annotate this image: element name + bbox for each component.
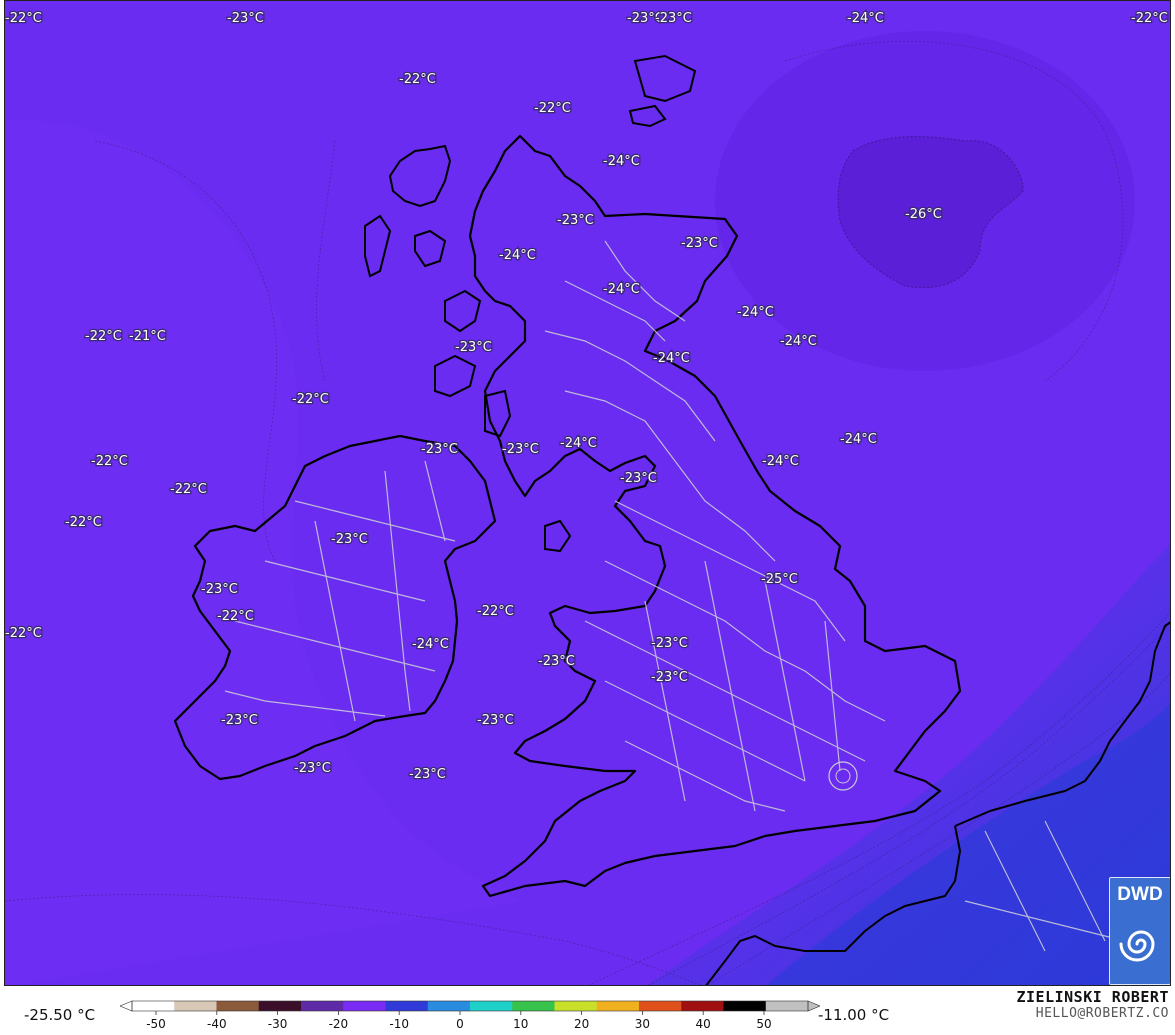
color-scale-bar: -50 -40 -30 -20 -10 0 10 20 30 40 50 (120, 1000, 820, 1031)
temperature-label: -23°C (651, 636, 688, 651)
dwd-logo: DWD (1109, 877, 1170, 985)
dwd-swirl-icon (1119, 930, 1155, 962)
color-scale-segment (385, 1001, 429, 1011)
temperature-label: -24°C (560, 436, 597, 451)
temperature-label: -25°C (761, 572, 798, 587)
temperature-label: -22°C (170, 482, 207, 497)
author-name: ZIELINSKI ROBERT (1016, 988, 1169, 1006)
temperature-label: -22°C (65, 515, 102, 530)
color-scale-tick-label: -20 (329, 1017, 349, 1031)
temperature-label: -21°C (129, 329, 166, 344)
color-scale-tick-label: 0 (456, 1017, 464, 1031)
color-scale-tick-label: 30 (635, 1017, 650, 1031)
temperature-label: -23°C (409, 767, 446, 782)
temperature-label: -24°C (780, 334, 817, 349)
dwd-logo-text: DWD (1117, 884, 1163, 905)
temperature-label: -22°C (5, 11, 42, 26)
temperature-label: -22°C (5, 626, 42, 641)
temperature-label: -23°C (455, 340, 492, 355)
color-scale-segment (301, 1001, 344, 1011)
temperature-label: -24°C (499, 248, 536, 263)
temperature-label: -23°C (681, 236, 718, 251)
color-scale-ticks: -50 -40 -30 -20 -10 0 10 20 30 40 50 (146, 1011, 772, 1031)
temperature-label: -22°C (399, 72, 436, 87)
temperature-label: -24°C (840, 432, 877, 447)
temperature-label: -23°C (620, 471, 657, 486)
color-scale-segment (258, 1001, 302, 1011)
temperature-label: -22°C (292, 392, 329, 407)
author-email: HELLO@ROBERTZ.CO (1035, 1006, 1169, 1021)
color-scale-tick-label: -30 (268, 1017, 288, 1031)
temperature-label: -23°C (557, 213, 594, 228)
temperature-label: -24°C (737, 305, 774, 320)
color-scale-segment (216, 1001, 260, 1011)
temperature-label: -23°C (651, 670, 688, 685)
temperature-label: -23°C (294, 761, 331, 776)
temperature-label: -22°C (85, 329, 122, 344)
color-scale-tick-label: 10 (513, 1017, 528, 1031)
color-scale-tick-label: 50 (756, 1017, 771, 1031)
temperature-label: -22°C (217, 609, 254, 624)
temperature-label: -24°C (762, 454, 799, 469)
temperature-label: -22°C (534, 101, 571, 116)
color-scale-segment (723, 1001, 767, 1011)
temperature-label: -22°C (91, 454, 128, 469)
author-credit: ZIELINSKI ROBERT HELLO@ROBERTZ.CO (1017, 988, 1170, 1021)
temperature-label: -23°C (502, 442, 539, 457)
temperature-label: -23°C (221, 713, 258, 728)
color-scale-tick-label: -10 (389, 1017, 409, 1031)
color-scale-segment (427, 1001, 471, 1011)
map-canvas: -22°C -23°C -23°C -24°C -22°C -22°C -22°… (5, 1, 1170, 985)
temperature-label: -23°C (655, 11, 692, 26)
color-scale-segment (470, 1001, 513, 1011)
temperature-label: -24°C (603, 154, 640, 169)
color-scale-segment (174, 1001, 217, 1011)
color-scale-tick-label: -50 (146, 1017, 166, 1031)
color-scale-segment (596, 1001, 640, 1011)
color-scale-segment (132, 1001, 175, 1011)
legend-footer: -25.50 °C -50 -40 -30 -20 -10 0 10 20 30 40 50 -11… (0, 986, 1175, 1035)
temperature-label: -22°C (1131, 11, 1168, 26)
legend-min-value: -25.50 °C (24, 1006, 96, 1024)
color-scale-tick-label: 40 (696, 1017, 711, 1031)
temperature-label: -23°C (201, 582, 238, 597)
temperature-label: -23°C (227, 11, 264, 26)
color-scale-segment (681, 1001, 724, 1011)
temperature-label: -23°C (421, 442, 458, 457)
color-scale-segment (554, 1001, 598, 1011)
temperature-label: -24°C (847, 11, 884, 26)
color-scale-tick-label: 20 (574, 1017, 589, 1031)
color-scale-segment (512, 1001, 555, 1011)
temperature-label: -24°C (412, 637, 449, 652)
temperature-label: -26°C (905, 207, 942, 222)
color-scale-min-arrow (120, 1000, 133, 1012)
color-scale-segments (120, 1000, 820, 1012)
temperature-label: -24°C (653, 351, 690, 366)
legend-max-value: -11.00 °C (818, 1006, 890, 1024)
color-scale-segment (765, 1001, 809, 1011)
temperature-label: -22°C (477, 604, 514, 619)
color-scale-segment (639, 1001, 682, 1011)
weather-map: -22°C -23°C -23°C -24°C -22°C -22°C -22°… (4, 0, 1171, 986)
temperature-label: -23°C (538, 654, 575, 669)
color-scale-tick-label: -40 (207, 1017, 227, 1031)
temperature-label: -23°C (477, 713, 514, 728)
color-scale-segment (343, 1001, 386, 1011)
temperature-label: -23°C (331, 532, 368, 547)
temperature-label: -24°C (603, 282, 640, 297)
